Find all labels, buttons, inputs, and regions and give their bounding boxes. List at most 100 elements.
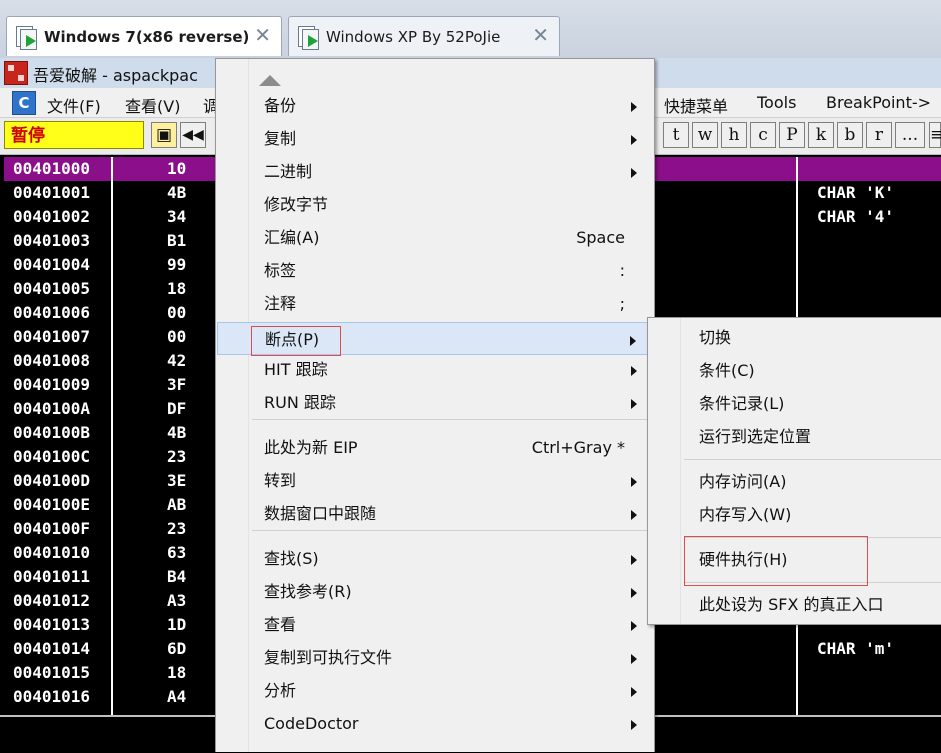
chevron-right-icon <box>631 588 637 598</box>
hex-cell[interactable]: 42 <box>113 349 223 373</box>
toolbar-r-button[interactable]: r <box>866 122 892 148</box>
menu-item-new-eip[interactable]: 此处为新 EIP Ctrl+Gray * <box>217 431 653 464</box>
address-cell[interactable]: 00401014 <box>4 637 111 661</box>
vm-tab-windowsxp[interactable]: Windows XP By 52PoJie ✕ <box>288 16 560 56</box>
address-cell[interactable]: 00401000 <box>4 157 111 181</box>
address-cell[interactable]: 0040100A <box>4 397 111 421</box>
toolbar-k-button[interactable]: k <box>808 122 834 148</box>
menu-item-comment[interactable]: 注释; <box>217 287 653 320</box>
hex-cell[interactable]: 23 <box>113 445 223 469</box>
hex-cell[interactable]: A4 <box>113 685 223 709</box>
hex-cell[interactable]: 1D <box>113 613 223 637</box>
menu-item-find-references[interactable]: 查找参考(R) <box>217 575 653 608</box>
menu-item-label[interactable]: 标签: <box>217 254 653 287</box>
hex-cell[interactable]: 3F <box>113 373 223 397</box>
address-cell[interactable]: 0040100B <box>4 421 111 445</box>
chevron-right-icon <box>631 621 637 631</box>
address-cell[interactable]: 00401009 <box>4 373 111 397</box>
address-cell[interactable]: 00401004 <box>4 253 111 277</box>
menu-file[interactable]: 文件(F) <box>47 93 101 117</box>
hex-cell[interactable]: 00 <box>113 301 223 325</box>
menu-item-copy-to-executable[interactable]: 复制到可执行文件 <box>217 641 653 674</box>
address-cell[interactable]: 00401006 <box>4 301 111 325</box>
address-cell[interactable]: 00401008 <box>4 349 111 373</box>
menu-item-modify-bytes[interactable]: 修改字节 <box>217 188 653 221</box>
submenu-item-memory-access[interactable]: 内存访问(A) <box>649 465 941 498</box>
menu-item-assemble[interactable]: 汇编(A) Space <box>217 221 653 254</box>
hex-cell[interactable]: 23 <box>113 517 223 541</box>
address-cell[interactable]: 0040100D <box>4 469 111 493</box>
menu-item-backup[interactable]: 备份 <box>217 89 653 122</box>
vm-tab-windows7[interactable]: Windows 7(x86 reverse) ✕ <box>6 16 282 56</box>
menu-tools[interactable]: Tools <box>757 93 796 112</box>
hex-column: 10 4B 34 B1 99 18 00 00 42 3F DF 4B 23 3E AB 23 63 B4 A3 1D… <box>113 157 223 715</box>
menu-item-view[interactable]: 查看 <box>217 608 653 641</box>
menu-view[interactable]: 查看(V) <box>125 93 180 117</box>
address-cell[interactable]: 00401005 <box>4 277 111 301</box>
toolbar-more-button[interactable]: ... <box>895 122 925 148</box>
close-icon[interactable]: ✕ <box>532 23 549 47</box>
hex-cell[interactable]: AB <box>113 493 223 517</box>
comment-cell <box>798 229 941 253</box>
menu-breakpoint[interactable]: BreakPoint-> <box>826 93 931 112</box>
hex-cell[interactable]: A3 <box>113 589 223 613</box>
toolbar-t-button[interactable]: t <box>663 122 689 148</box>
submenu-item-conditional[interactable]: 条件(C) <box>649 354 941 387</box>
menu-item-search[interactable]: 查找(S) <box>217 542 653 575</box>
hex-cell[interactable]: 3E <box>113 469 223 493</box>
address-cell[interactable]: 00401003 <box>4 229 111 253</box>
address-cell[interactable]: 00401010 <box>4 541 111 565</box>
hex-cell[interactable]: DF <box>113 397 223 421</box>
toolbar-w-button[interactable]: w <box>692 122 718 148</box>
hex-cell[interactable]: 18 <box>113 277 223 301</box>
address-cell[interactable]: 00401015 <box>4 661 111 685</box>
close-icon[interactable]: ✕ <box>254 23 271 47</box>
hex-cell[interactable]: B1 <box>113 229 223 253</box>
hex-cell[interactable]: 00 <box>113 325 223 349</box>
hex-cell[interactable]: 34 <box>113 205 223 229</box>
toolbar-c-button[interactable]: c <box>750 122 776 148</box>
hex-cell[interactable]: 4B <box>113 181 223 205</box>
hex-cell[interactable]: 6D <box>113 637 223 661</box>
hex-cell[interactable]: 63 <box>113 541 223 565</box>
menu-shortcut[interactable]: 快捷菜单 <box>664 93 728 117</box>
hex-cell[interactable]: 18 <box>113 661 223 685</box>
toolbar-p-button[interactable]: P <box>779 122 805 148</box>
menu-item-hit-trace[interactable]: HIT 跟踪 <box>217 353 653 386</box>
vm-tab-label: Windows XP By 52PoJie <box>326 27 501 46</box>
menu-item-run-trace[interactable]: RUN 跟踪 <box>217 386 653 419</box>
hex-cell[interactable]: B4 <box>113 565 223 589</box>
cpu-icon[interactable]: C <box>12 91 36 115</box>
rewind-icon[interactable]: ◀◀ <box>180 122 206 148</box>
toolbar-list-button[interactable]: ≡ <box>929 122 941 148</box>
address-cell[interactable]: 00401012 <box>4 589 111 613</box>
submenu-item-toggle[interactable]: 切换 <box>649 321 941 354</box>
submenu-item-memory-write[interactable]: 内存写入(W) <box>649 498 941 531</box>
address-cell[interactable]: 0040100F <box>4 517 111 541</box>
menu-item-binary[interactable]: 二进制 <box>217 155 653 188</box>
submenu-item-set-sfx-entry[interactable]: 此处设为 SFX 的真正入口 <box>649 588 941 621</box>
toolbar-b-button[interactable]: b <box>837 122 863 148</box>
hex-cell[interactable]: 4B <box>113 421 223 445</box>
toolbar-h-button[interactable]: h <box>721 122 747 148</box>
menu-item-follow-in-dump[interactable]: 数据窗口中跟随 <box>217 497 653 530</box>
address-cell[interactable]: 0040100E <box>4 493 111 517</box>
comment-cell: CHAR '4' <box>817 207 895 226</box>
submenu-item-conditional-log[interactable]: 条件记录(L) <box>649 387 941 420</box>
address-cell[interactable]: 0040100C <box>4 445 111 469</box>
open-folder-icon[interactable]: ▣ <box>151 122 177 148</box>
menu-item-copy[interactable]: 复制 <box>217 122 653 155</box>
hex-cell[interactable]: 10 <box>113 157 223 181</box>
address-cell[interactable]: 00401007 <box>4 325 111 349</box>
menu-item-analysis[interactable]: 分析 <box>217 674 653 707</box>
menu-item-goto[interactable]: 转到 <box>217 464 653 497</box>
address-cell[interactable]: 00401013 <box>4 613 111 637</box>
menu-item-codedoctor[interactable]: CodeDoctor <box>217 707 653 740</box>
hex-cell[interactable]: 99 <box>113 253 223 277</box>
submenu-item-run-to-selection[interactable]: 运行到选定位置 <box>649 420 941 453</box>
address-cell[interactable]: 00401011 <box>4 565 111 589</box>
address-cell[interactable]: 00401016 <box>4 685 111 709</box>
address-cell[interactable]: 00401002 <box>4 205 111 229</box>
scroll-up-icon[interactable] <box>259 75 281 86</box>
address-cell[interactable]: 00401001 <box>4 181 111 205</box>
